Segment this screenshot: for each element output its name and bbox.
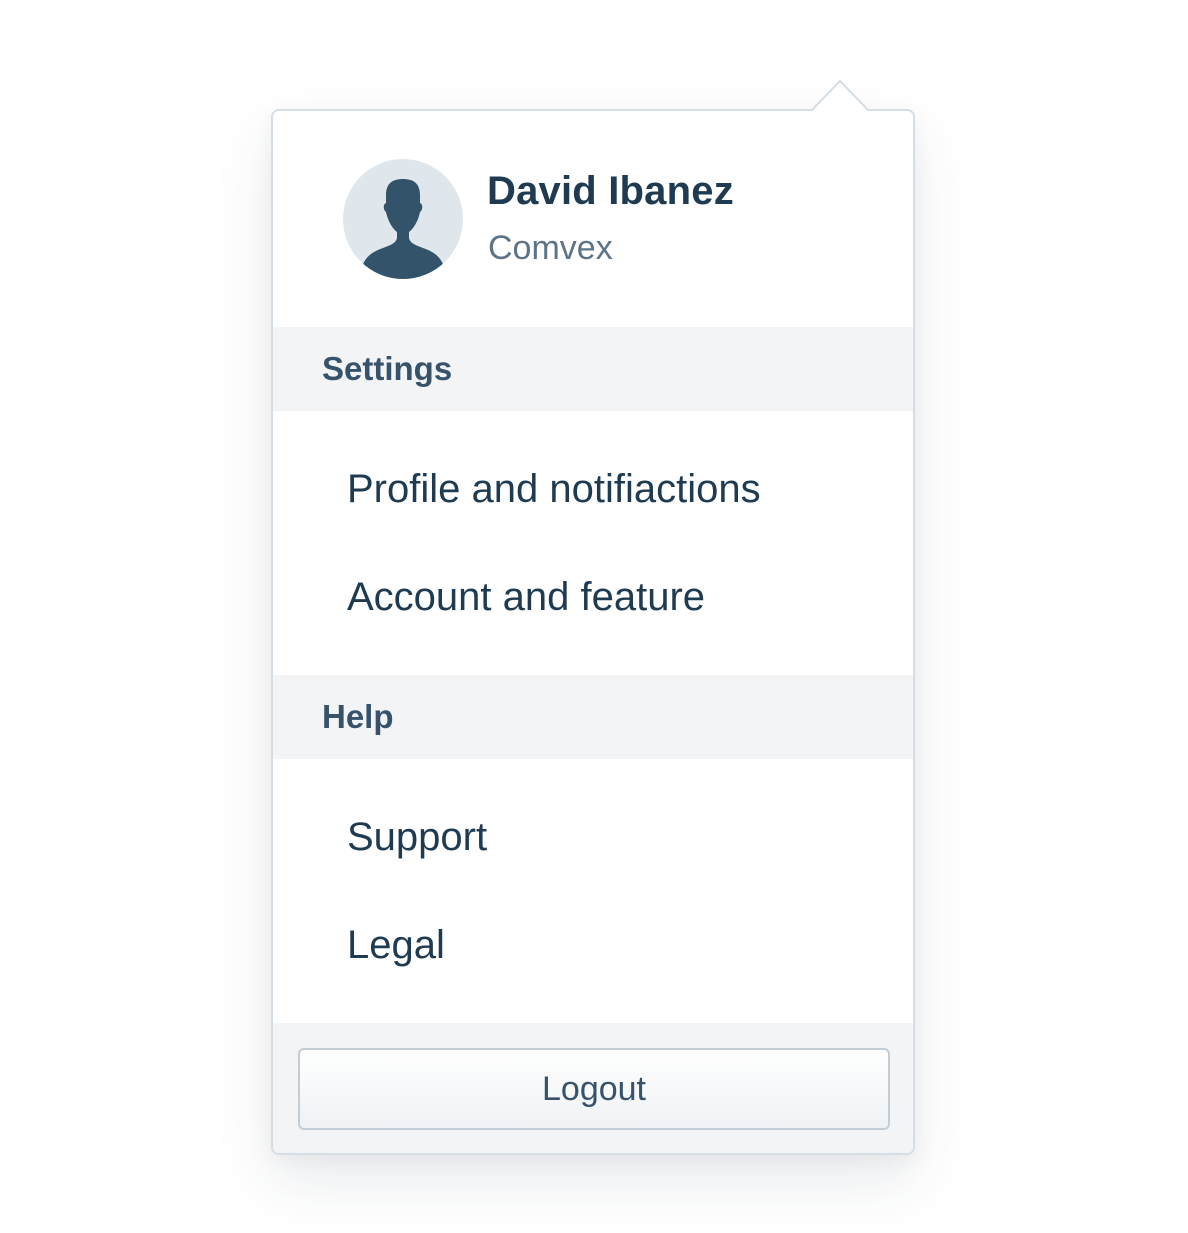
user-organization: Comvex xyxy=(488,229,613,267)
menu-item-label: Account and feature xyxy=(347,575,706,619)
menu-item-support[interactable]: Support xyxy=(273,789,913,885)
settings-section-title: Settings xyxy=(322,350,453,387)
settings-section-header: Settings xyxy=(273,327,913,411)
popover-caret xyxy=(810,80,870,113)
menu-item-account-feature[interactable]: Account and feature xyxy=(273,549,913,645)
user-name: David Ibanez xyxy=(487,169,734,213)
person-silhouette-icon xyxy=(359,179,447,279)
help-section-title: Help xyxy=(322,698,394,735)
avatar xyxy=(343,159,463,279)
logout-button[interactable]: Logout xyxy=(298,1048,890,1130)
account-menu-popover: David Ibanez Comvex Settings Profile and… xyxy=(271,80,915,1155)
menu-item-label: Legal xyxy=(347,923,445,967)
help-section-header: Help xyxy=(273,675,913,759)
popover-content: David Ibanez Comvex Settings Profile and… xyxy=(273,111,913,1153)
menu-item-legal[interactable]: Legal xyxy=(273,897,913,993)
menu-item-label: Support xyxy=(347,815,488,859)
menu-item-label: Profile and notifiactions xyxy=(347,467,761,511)
popover-footer: Logout xyxy=(273,1023,913,1153)
user-profile-header: David Ibanez Comvex xyxy=(273,111,913,327)
menu-item-profile-notifications[interactable]: Profile and notifiactions xyxy=(273,441,913,537)
page: David Ibanez Comvex Settings Profile and… xyxy=(0,0,1188,1233)
